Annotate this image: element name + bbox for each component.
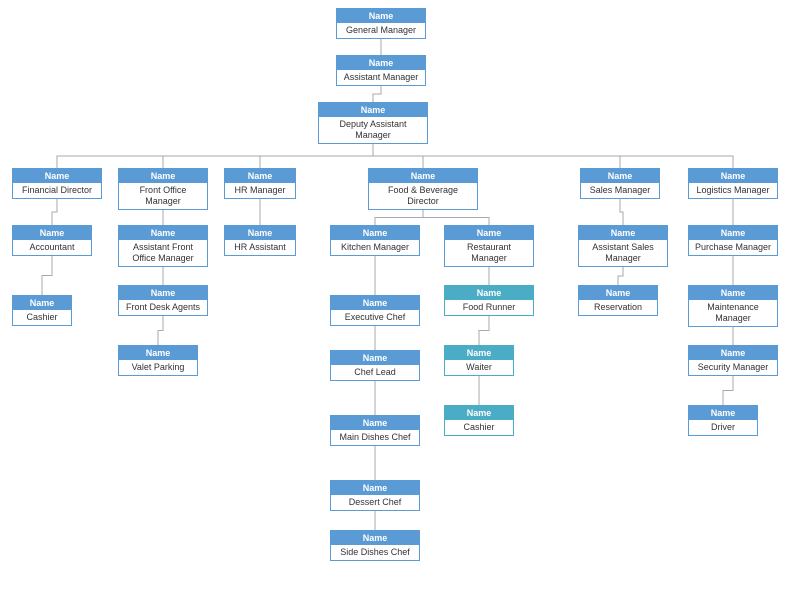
node-secm: NameSecurity Manager — [688, 345, 778, 376]
node-title-gm: General Manager — [337, 23, 425, 38]
node-name-vp: Name — [119, 346, 197, 360]
node-gm: NameGeneral Manager — [336, 8, 426, 39]
node-cash1: NameCashier — [12, 295, 72, 326]
node-km: NameKitchen Manager — [330, 225, 420, 256]
node-title-wt: Waiter — [445, 360, 513, 375]
node-dsc: NameDessert Chef — [330, 480, 420, 511]
node-title-pm: Purchase Manager — [689, 240, 777, 255]
node-fda: NameFront Desk Agents — [118, 285, 208, 316]
node-title-cash2: Cashier — [445, 420, 513, 435]
node-name-sdc: Name — [331, 531, 419, 545]
node-title-rm: Restaurant Manager — [445, 240, 533, 266]
node-title-res: Reservation — [579, 300, 657, 315]
node-name-wt: Name — [445, 346, 513, 360]
node-pm: NamePurchase Manager — [688, 225, 778, 256]
node-title-hrm: HR Manager — [225, 183, 295, 198]
node-res: NameReservation — [578, 285, 658, 316]
node-rm: NameRestaurant Manager — [444, 225, 534, 267]
node-name-dam: Name — [319, 103, 427, 117]
node-sm: NameSales Manager — [580, 168, 660, 199]
node-title-dam: Deputy Assistant Manager — [319, 117, 427, 143]
node-title-km: Kitchen Manager — [331, 240, 419, 255]
node-name-am: Name — [337, 56, 425, 70]
node-name-mm: Name — [689, 286, 777, 300]
node-lm: NameLogistics Manager — [688, 168, 778, 199]
node-title-asm: Assistant Sales Manager — [579, 240, 667, 266]
node-name-cash2: Name — [445, 406, 513, 420]
node-mdc: NameMain Dishes Chef — [330, 415, 420, 446]
node-cash2: NameCashier — [444, 405, 514, 436]
node-title-ec: Executive Chef — [331, 310, 419, 325]
node-name-lm: Name — [689, 169, 777, 183]
node-name-fd: Name — [13, 169, 101, 183]
node-title-cl: Chef Lead — [331, 365, 419, 380]
node-name-fom: Name — [119, 169, 207, 183]
node-title-fd: Financial Director — [13, 183, 101, 198]
node-title-lm: Logistics Manager — [689, 183, 777, 198]
node-name-rm: Name — [445, 226, 533, 240]
node-name-pm: Name — [689, 226, 777, 240]
node-name-asm: Name — [579, 226, 667, 240]
node-name-cl: Name — [331, 351, 419, 365]
node-name-afom: Name — [119, 226, 207, 240]
node-name-mdc: Name — [331, 416, 419, 430]
node-name-fr: Name — [445, 286, 533, 300]
node-acc: NameAccountant — [12, 225, 92, 256]
node-name-fbd: Name — [369, 169, 477, 183]
node-title-afom: Assistant Front Office Manager — [119, 240, 207, 266]
node-hrm: NameHR Manager — [224, 168, 296, 199]
node-sdc: NameSide Dishes Chef — [330, 530, 420, 561]
org-chart: NameGeneral ManagerNameAssistant Manager… — [0, 0, 800, 598]
node-title-dsc: Dessert Chef — [331, 495, 419, 510]
node-wt: NameWaiter — [444, 345, 514, 376]
node-name-km: Name — [331, 226, 419, 240]
node-title-vp: Valet Parking — [119, 360, 197, 375]
node-vp: NameValet Parking — [118, 345, 198, 376]
node-title-fbd: Food & Beverage Director — [369, 183, 477, 209]
node-name-secm: Name — [689, 346, 777, 360]
node-ec: NameExecutive Chef — [330, 295, 420, 326]
node-title-fom: Front Office Manager — [119, 183, 207, 209]
node-title-drv: Driver — [689, 420, 757, 435]
node-title-cash1: Cashier — [13, 310, 71, 325]
node-title-secm: Security Manager — [689, 360, 777, 375]
node-name-sm: Name — [581, 169, 659, 183]
node-title-hra: HR Assistant — [225, 240, 295, 255]
node-title-sm: Sales Manager — [581, 183, 659, 198]
node-name-res: Name — [579, 286, 657, 300]
node-fd: NameFinancial Director — [12, 168, 102, 199]
node-fbd: NameFood & Beverage Director — [368, 168, 478, 210]
node-name-cash1: Name — [13, 296, 71, 310]
node-name-drv: Name — [689, 406, 757, 420]
node-fr: NameFood Runner — [444, 285, 534, 316]
node-asm: NameAssistant Sales Manager — [578, 225, 668, 267]
node-title-sdc: Side Dishes Chef — [331, 545, 419, 560]
node-drv: NameDriver — [688, 405, 758, 436]
node-name-dsc: Name — [331, 481, 419, 495]
node-title-am: Assistant Manager — [337, 70, 425, 85]
node-mm: NameMaintenance Manager — [688, 285, 778, 327]
node-title-fda: Front Desk Agents — [119, 300, 207, 315]
node-dam: NameDeputy Assistant Manager — [318, 102, 428, 144]
node-name-gm: Name — [337, 9, 425, 23]
node-fom: NameFront Office Manager — [118, 168, 208, 210]
node-name-hrm: Name — [225, 169, 295, 183]
node-title-fr: Food Runner — [445, 300, 533, 315]
node-afom: NameAssistant Front Office Manager — [118, 225, 208, 267]
node-title-acc: Accountant — [13, 240, 91, 255]
node-title-mm: Maintenance Manager — [689, 300, 777, 326]
node-name-ec: Name — [331, 296, 419, 310]
node-am: NameAssistant Manager — [336, 55, 426, 86]
node-title-mdc: Main Dishes Chef — [331, 430, 419, 445]
node-name-acc: Name — [13, 226, 91, 240]
node-name-fda: Name — [119, 286, 207, 300]
node-cl: NameChef Lead — [330, 350, 420, 381]
node-name-hra: Name — [225, 226, 295, 240]
node-hra: NameHR Assistant — [224, 225, 296, 256]
